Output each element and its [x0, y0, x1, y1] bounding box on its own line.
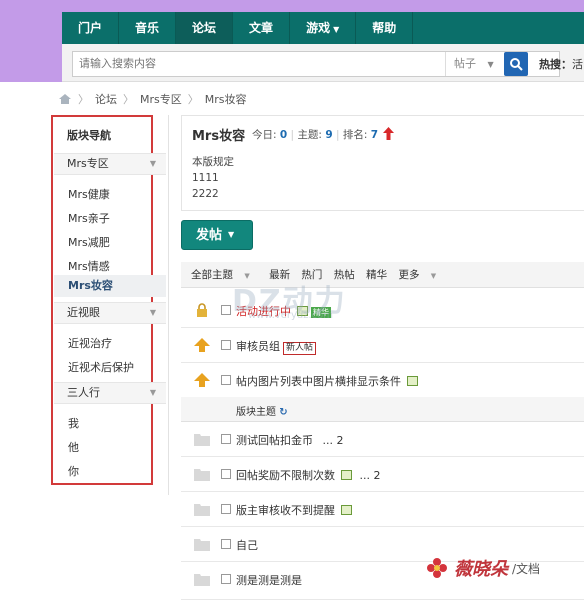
search-box: 帖子 ▼ [72, 51, 560, 77]
search-input[interactable] [73, 52, 445, 76]
brand-doc: /文档 [512, 561, 541, 576]
main-nav: 门户 音乐 论坛 文章 游戏 ▼ 帮助 [62, 12, 584, 44]
thread-pages[interactable]: ... 2 [323, 434, 344, 447]
caret-down-icon: ▼ [149, 388, 156, 397]
hot-search-link[interactable]: 活 [572, 58, 583, 71]
thread-row[interactable]: 测试回帖扣金币 ... 2 [181, 422, 584, 457]
sidebar-item-me[interactable]: 我 [68, 415, 79, 431]
new-post-button[interactable]: 发帖 ▼ [181, 220, 253, 250]
breadcrumb-current[interactable]: Mrs妆容 [205, 91, 247, 107]
thread-checkbox[interactable] [221, 434, 231, 444]
pinned-icon [194, 373, 210, 387]
thread-title[interactable]: 自己 [236, 539, 258, 552]
breadcrumb-section[interactable]: Mrs专区 [140, 91, 182, 107]
breadcrumb-separator: 〉 [123, 93, 134, 106]
refresh-icon[interactable]: ↻ [279, 407, 287, 418]
nav-item-music[interactable]: 音乐 [119, 12, 177, 44]
thread-checkbox[interactable] [221, 340, 231, 350]
brand-name: 薇晓朵 [454, 559, 508, 580]
filter-digest[interactable]: 精华 [366, 269, 387, 281]
folder-icon [194, 434, 210, 446]
caret-down-icon: ▼ [149, 308, 156, 317]
lock-icon [197, 303, 207, 317]
thread-row[interactable]: 回帖奖励不限制次数 ... 2 [181, 457, 584, 492]
thread-title[interactable]: 测是测是测是 [236, 574, 302, 587]
breadcrumb-separator: 〉 [187, 93, 199, 106]
caret-down-icon: ▼ [149, 159, 156, 168]
thread-row[interactable]: 版主审核收不到提醒 [181, 492, 584, 527]
sidebar-item-mrs-makeup[interactable]: Mrs妆容 [54, 275, 166, 297]
image-attachment-icon [341, 470, 352, 480]
folder-icon [194, 469, 210, 481]
search-bar: 帖子 ▼ 热搜：活 [62, 44, 584, 82]
board-navigation: 版块导航 Mrs专区 ▼ Mrs健康 Mrs亲子 Mrs减肥 Mrs情感 Mrs妆… [51, 115, 169, 495]
sidebar-item-myopia-aftercare[interactable]: 近视术后保护 [68, 359, 134, 375]
thread-checkbox[interactable] [221, 574, 231, 584]
nav-item-portal[interactable]: 门户 [62, 12, 120, 44]
brand-watermark: 薇晓朵 /文档 [424, 555, 540, 581]
watermark-url: www.verydz.com [248, 310, 334, 321]
thread-checkbox[interactable] [221, 375, 231, 385]
search-icon [510, 58, 523, 71]
thread-title[interactable]: 帖内图片列表中图片横排显示条件 [236, 375, 401, 388]
thread-title[interactable]: 测试回帖扣金币 [236, 434, 313, 447]
thread-checkbox[interactable] [221, 469, 231, 479]
thread-pages[interactable]: ... 2 [360, 469, 381, 482]
purple-band-left [0, 0, 62, 82]
nav-item-help[interactable]: 帮助 [356, 12, 414, 44]
sidebar-item-mrs-emotion[interactable]: Mrs情感 [68, 258, 110, 274]
thread-checkbox[interactable] [221, 504, 231, 514]
newbie-badge: 新人帖 [283, 342, 317, 355]
image-attachment-icon [341, 505, 352, 515]
thread-row[interactable]: 审核员组 新人帖 [181, 328, 584, 363]
caret-down-icon: ▼ [430, 272, 437, 280]
purple-band-top [0, 0, 584, 12]
thread-title[interactable]: 版主审核收不到提醒 [236, 504, 335, 517]
search-button[interactable] [504, 52, 528, 76]
thread-checkbox[interactable] [221, 305, 231, 315]
breadcrumb-separator: 〉 [78, 93, 89, 106]
pinned-icon [194, 338, 210, 352]
sidebar-item-myopia-treatment[interactable]: 近视治疗 [68, 335, 112, 351]
forum-title: Mrs妆容 [192, 129, 246, 144]
folder-icon [194, 574, 210, 586]
nav-item-articles[interactable]: 文章 [233, 12, 291, 44]
thread-checkbox[interactable] [221, 539, 231, 549]
sidebar-title: 版块导航 [67, 129, 111, 142]
rank-up-arrow-icon [383, 127, 395, 140]
filter-more[interactable]: 更多 ▼ [398, 269, 444, 281]
sidebar-item-him[interactable]: 他 [68, 439, 79, 455]
caret-down-icon: ▼ [333, 25, 340, 34]
forum-stats: 今日: 0 | 主题: 9 | 排名: 7 [252, 127, 395, 142]
nav-item-games[interactable]: 游戏 ▼ [290, 12, 357, 44]
caret-down-icon: ▼ [228, 230, 235, 239]
folder-icon [194, 539, 210, 551]
sidebar-group-myopia[interactable]: 近视眼 ▼ [54, 302, 166, 324]
thread-title[interactable]: 回帖奖励不限制次数 [236, 469, 335, 482]
sidebar-item-mrs-parenting[interactable]: Mrs亲子 [68, 210, 110, 226]
breadcrumb-forum[interactable]: 论坛 [95, 91, 117, 107]
hot-search: 热搜：活 [539, 58, 583, 71]
forum-header: Mrs妆容 今日: 0 | 主题: 9 | 排名: 7 本版规定 1111 22… [181, 115, 584, 211]
forum-rules: 本版规定 1111 2222 [192, 156, 234, 200]
home-icon[interactable] [58, 93, 72, 105]
sidebar-item-mrs-health[interactable]: Mrs健康 [68, 186, 110, 202]
sidebar-item-mrs-diet[interactable]: Mrs减肥 [68, 234, 110, 250]
sidebar-group-mrs[interactable]: Mrs专区 ▼ [54, 153, 166, 175]
flower-logo-icon [427, 558, 447, 578]
folder-icon [194, 504, 210, 516]
section-header: 版块主题 ↻ [181, 397, 584, 422]
search-type-select[interactable]: 帖子 ▼ [445, 52, 501, 76]
breadcrumb: 〉 论坛 〉 Mrs专区 〉 Mrs妆容 [58, 91, 247, 107]
sidebar-group-three[interactable]: 三人行 ▼ [54, 382, 166, 404]
caret-down-icon: ▼ [487, 60, 494, 69]
image-attachment-icon [407, 376, 418, 386]
thread-row[interactable]: 帖内图片列表中图片横排显示条件 [181, 363, 584, 398]
sidebar-item-you[interactable]: 你 [68, 463, 79, 479]
thread-title[interactable]: 审核员组 [236, 340, 280, 353]
nav-item-forum[interactable]: 论坛 [176, 12, 234, 44]
